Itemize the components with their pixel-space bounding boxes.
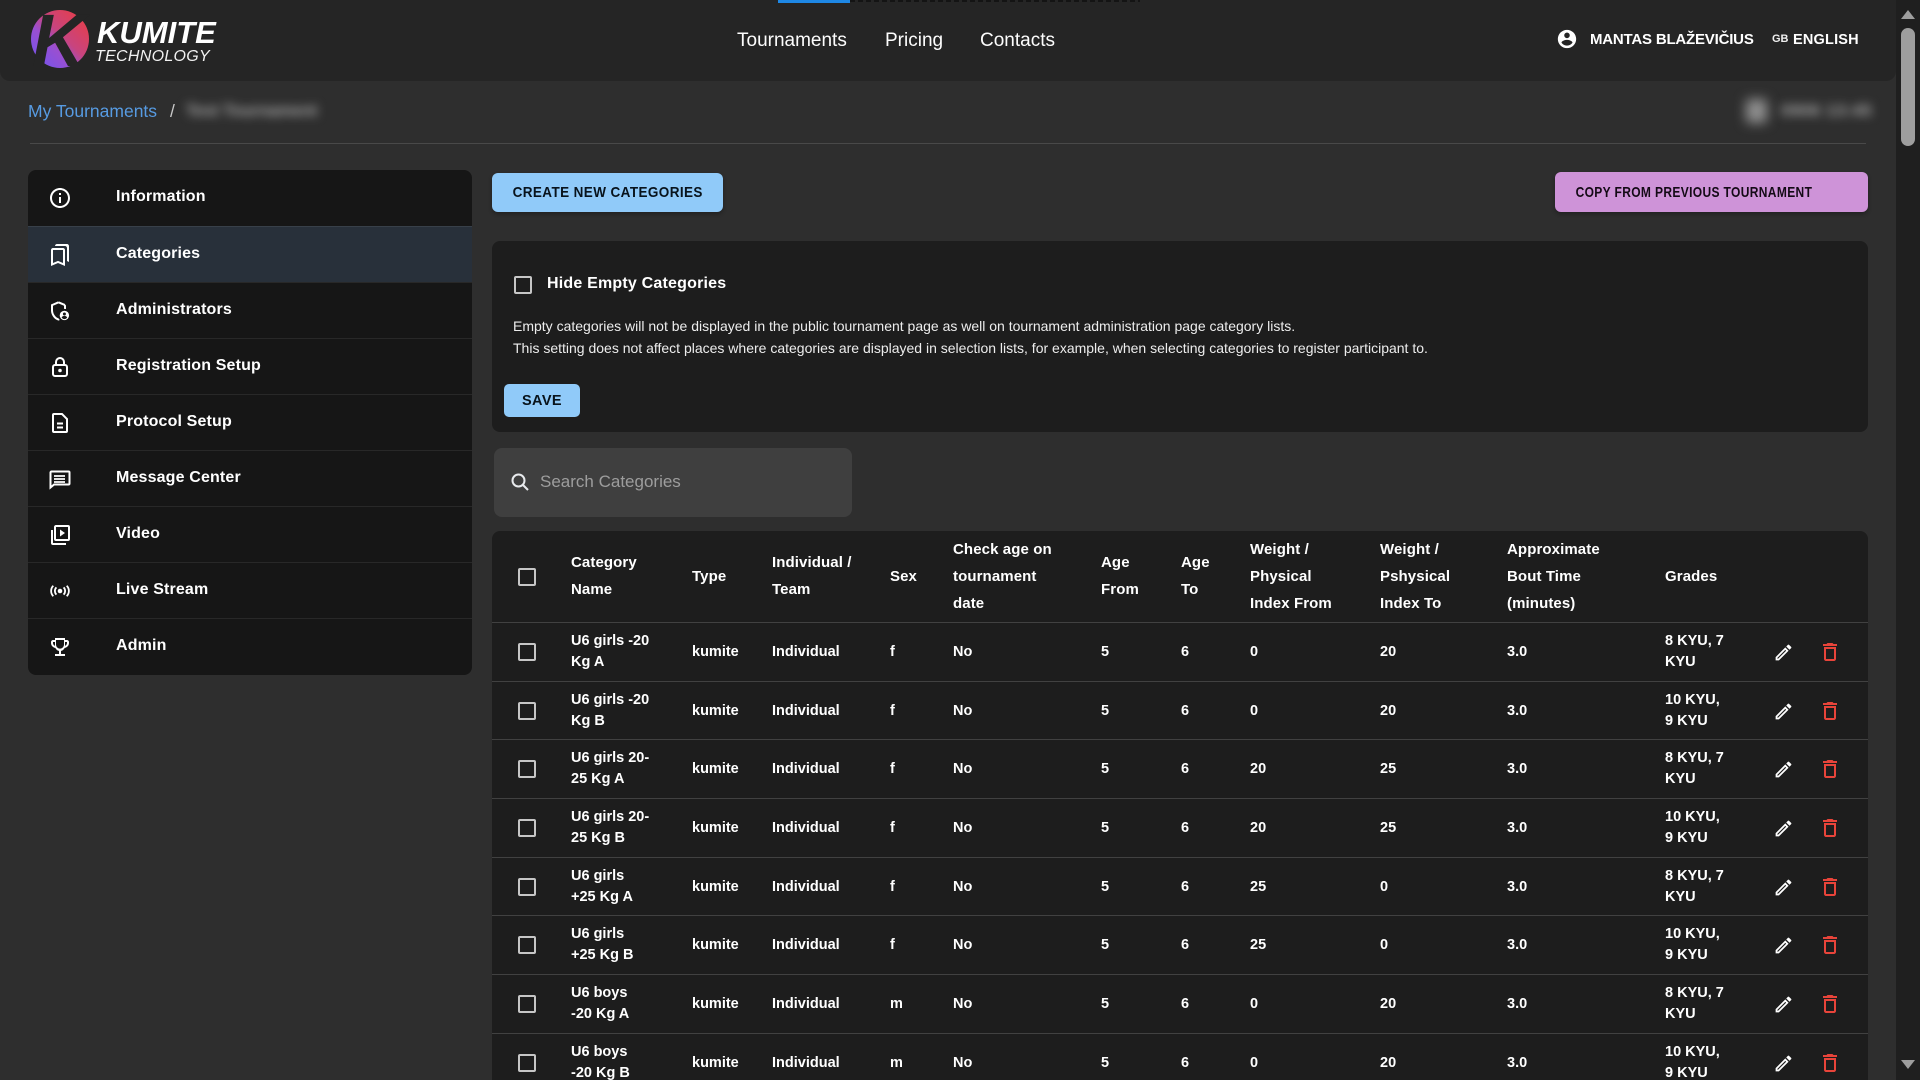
svg-text:K: K <box>32 0 90 82</box>
